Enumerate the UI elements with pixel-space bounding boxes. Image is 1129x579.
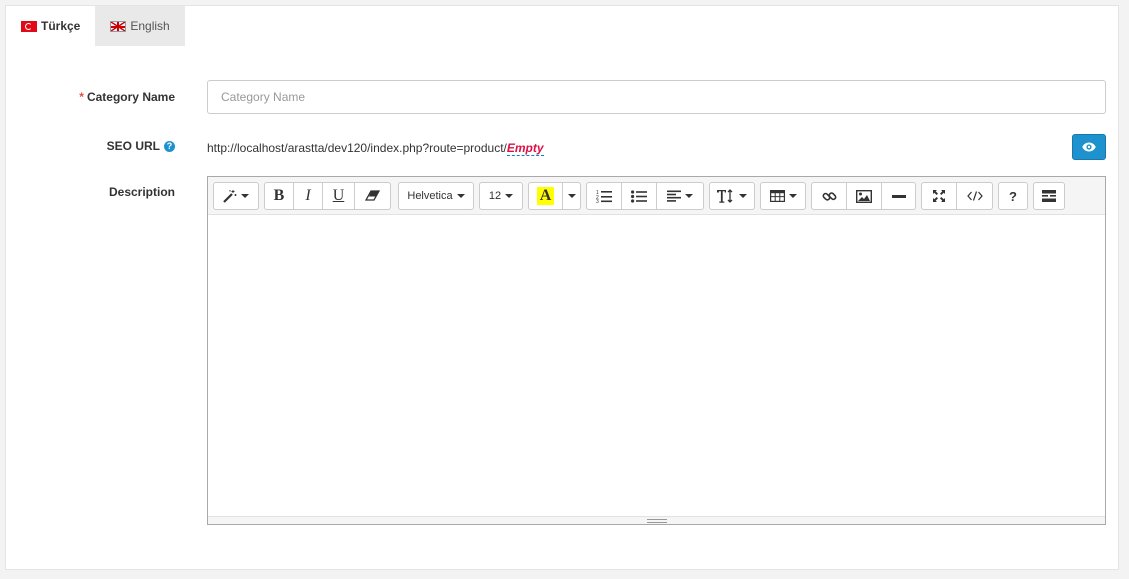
horizontal-rule-button[interactable] [882,182,916,210]
description-label: Description [108,185,175,199]
seo-url-label-text: SEO URL [106,139,160,153]
eraser-icon [364,190,380,201]
tab-label: Türkçe [41,19,81,33]
clear-format-button[interactable] [355,182,391,210]
seo-url-label: SEO URL ? [107,139,175,153]
style-dropdown-button[interactable] [213,182,259,210]
flag-tr-icon [21,20,37,32]
underline-button[interactable]: U [323,182,355,210]
editor-content-area[interactable] [208,215,1105,515]
minus-icon [891,194,906,198]
magic-wand-icon [223,190,237,203]
line-height-dropdown[interactable] [709,182,755,210]
seo-url-editable-link[interactable]: Empty [506,141,544,156]
bold-button[interactable]: B [264,182,294,210]
seo-preview-button[interactable] [1072,134,1106,160]
text-color-icon: A [536,187,555,205]
required-marker: * [79,90,84,104]
chevron-down-icon [685,194,693,198]
font-size-dropdown[interactable]: 12 [479,182,523,210]
help-button[interactable]: ? [998,182,1028,210]
chevron-down-icon [739,194,747,198]
category-name-input[interactable] [207,80,1106,114]
seo-url-value: http://localhost/arastta/dev120/index.ph… [207,141,544,156]
paragraph-align-dropdown[interactable] [657,182,704,210]
chevron-down-icon [505,194,514,198]
text-height-icon [717,189,733,203]
question-circle-icon[interactable]: ? [164,140,175,152]
table-dropdown[interactable] [760,182,806,210]
unordered-list-icon [631,189,647,203]
italic-button[interactable]: I [294,182,323,210]
chevron-down-icon [788,194,797,198]
recent-color-button[interactable]: A [528,182,563,210]
link-icon [822,191,836,201]
svg-text:3: 3 [596,199,599,203]
picture-icon [856,189,872,203]
help-icon: ? [1009,188,1017,204]
tab-english[interactable]: English [95,6,185,46]
ordered-list-icon: 123 [596,190,612,203]
flag-gb-icon [110,20,127,32]
font-size-value: 12 [488,190,502,202]
code-icon [966,191,983,201]
code-view-button[interactable] [957,182,993,210]
align-left-icon [667,190,681,202]
category-name-label-text: Category Name [86,90,175,104]
category-name-label: * Category Name [79,90,175,104]
resize-grip-icon [646,519,667,523]
underline-icon: U [332,187,345,204]
page-break-icon [1042,190,1056,202]
italic-icon: I [305,187,311,204]
table-icon [769,190,785,202]
chevron-down-icon [456,194,465,198]
editor-resize-bar[interactable] [208,516,1105,524]
ordered-list-button[interactable]: 123 [586,182,622,210]
unordered-list-button[interactable] [622,182,657,210]
bold-icon: B [273,187,285,204]
tab-turkish[interactable]: Türkçe [6,6,96,46]
chevron-down-icon [567,194,576,198]
tab-label: English [130,19,170,33]
insert-image-button[interactable] [847,182,882,210]
chevron-down-icon [241,194,249,198]
fullscreen-button[interactable] [921,182,957,210]
font-family-value: Helvetica [407,190,453,202]
fullscreen-icon [933,190,945,202]
color-dropdown-button[interactable] [563,182,581,210]
language-tabs: Türkçe English [6,6,185,46]
eye-icon [1082,142,1096,152]
language-panel: Türkçe English *Category Name SEO URL ? … [5,5,1119,570]
description-editor: B I U Helvetica 12 A 1 2 3 ? [207,176,1106,525]
seo-url-prefix: http://localhost/arastta/dev120/index.ph… [207,141,507,155]
editor-toolbar: B I U Helvetica 12 A 1 2 3 ? [208,177,1105,215]
page-break-button[interactable] [1033,182,1065,210]
insert-link-button[interactable] [811,182,847,210]
font-family-dropdown[interactable]: Helvetica [398,182,474,210]
